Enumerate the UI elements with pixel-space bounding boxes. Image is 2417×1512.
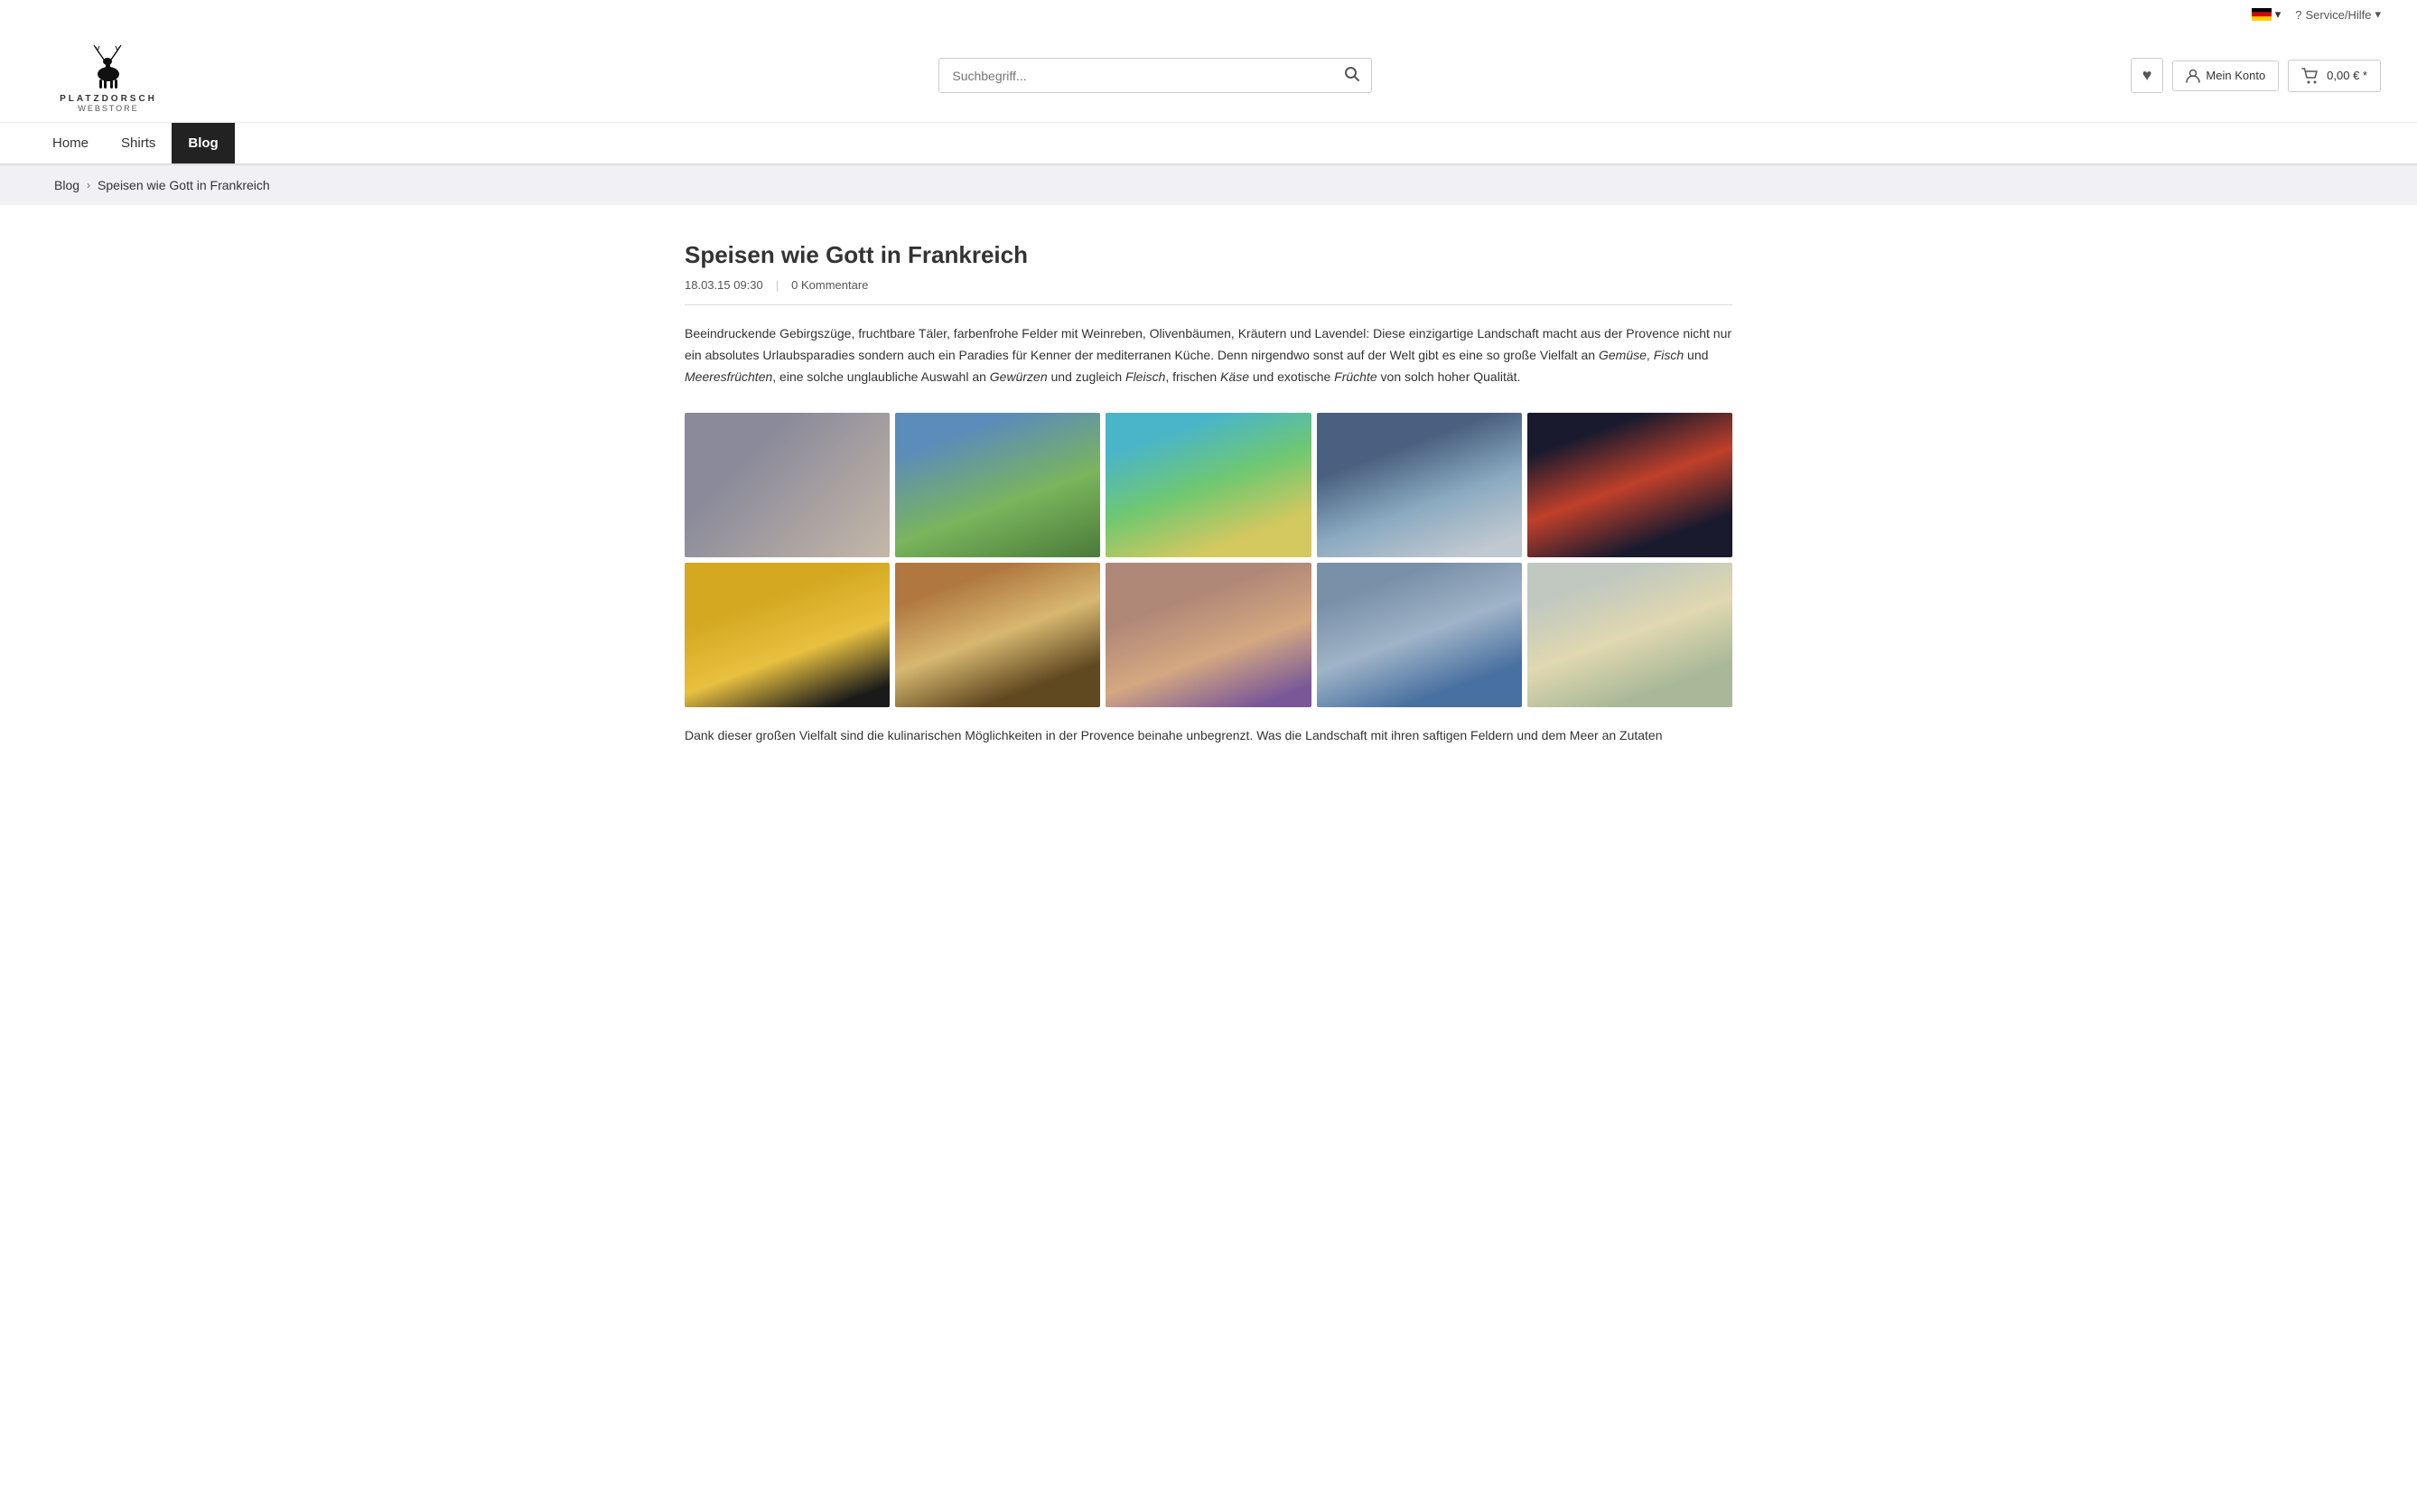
gallery-image-5[interactable] xyxy=(1527,413,1732,557)
nav-item-shirts[interactable]: Shirts xyxy=(105,123,172,163)
gallery-image-10[interactable] xyxy=(1527,563,1732,707)
service-label: Service/Hilfe xyxy=(2306,8,2372,22)
gallery-image-7[interactable] xyxy=(895,563,1100,707)
blog-end: von solch hoher Qualität. xyxy=(1377,369,1521,384)
blog-body: Beeindruckende Gebirgszüge, fruchtbare T… xyxy=(685,323,1732,387)
search-button[interactable] xyxy=(1333,59,1371,92)
blog-em5: Fleisch xyxy=(1125,369,1165,384)
service-hilfe-button[interactable]: ? Service/Hilfe ▾ xyxy=(2295,7,2381,22)
blog-em1: Gemüse xyxy=(1599,348,1647,362)
lang-chevron: ▾ xyxy=(2275,7,2282,22)
blog-em3: Meeresfrüchten xyxy=(685,369,772,384)
account-label: Mein Konto xyxy=(2206,69,2265,82)
cart-icon xyxy=(2301,68,2319,84)
question-icon: ? xyxy=(2295,8,2301,22)
breadcrumb-current: Speisen wie Gott in Frankreich xyxy=(98,178,270,192)
account-button[interactable]: Mein Konto xyxy=(2172,61,2279,91)
breadcrumb-separator: › xyxy=(87,179,90,191)
header-actions: ♥ Mein Konto 0,00 € * xyxy=(2131,58,2381,93)
heart-icon: ♥ xyxy=(2142,66,2152,84)
language-selector[interactable]: ▾ xyxy=(2252,7,2282,22)
header-topbar: ▾ ? Service/Hilfe ▾ xyxy=(0,0,2417,29)
nav-item-blog[interactable]: Blog xyxy=(172,123,234,163)
blog-em6: Käse xyxy=(1220,369,1249,384)
blog-em4: Gewürzen xyxy=(990,369,1048,384)
logo[interactable]: PLATZDORSCH WEBSTORE xyxy=(36,38,181,113)
meta-divider: | xyxy=(776,278,779,292)
gallery-image-8[interactable] xyxy=(1106,563,1311,707)
stag-logo-icon xyxy=(81,38,135,92)
service-chevron: ▾ xyxy=(2375,7,2381,22)
search-icon xyxy=(1344,66,1360,82)
flag-de-icon xyxy=(2252,8,2272,21)
gallery-image-1[interactable] xyxy=(685,413,890,557)
blog-title: Speisen wie Gott in Frankreich xyxy=(685,241,1732,269)
blog-mid1: , xyxy=(1647,348,1654,362)
gallery-image-4[interactable] xyxy=(1317,413,1522,557)
gallery-image-2[interactable] xyxy=(895,413,1100,557)
wishlist-button[interactable]: ♥ xyxy=(2131,58,2164,93)
gallery-row-2 xyxy=(685,563,1732,707)
gallery-image-6[interactable] xyxy=(685,563,890,707)
header-main: PLATZDORSCH WEBSTORE ♥ Mein Konto xyxy=(0,29,2417,123)
gallery-image-9[interactable] xyxy=(1317,563,1522,707)
blog-bottom-text: Dank dieser großen Vielfalt sind die kul… xyxy=(685,725,1732,747)
blog-body-p1: Beeindruckende Gebirgszüge, fruchtbare T… xyxy=(685,326,1731,362)
blog-mid2: und xyxy=(1684,348,1708,362)
search-area xyxy=(199,58,2113,93)
user-icon xyxy=(2186,69,2200,83)
search-input[interactable] xyxy=(939,60,1333,92)
logo-sub: WEBSTORE xyxy=(78,104,138,113)
gallery-row-1 xyxy=(685,413,1732,557)
blog-comments: 0 Kommentare xyxy=(791,278,868,292)
blog-meta: 18.03.15 09:30 | 0 Kommentare xyxy=(685,278,1732,305)
gallery-image-3[interactable] xyxy=(1106,413,1311,557)
blog-mid5: , frischen xyxy=(1165,369,1220,384)
blog-em2: Fisch xyxy=(1654,348,1684,362)
cart-button[interactable]: 0,00 € * xyxy=(2288,60,2381,92)
blog-mid4: und zugleich xyxy=(1048,369,1125,384)
blog-date: 18.03.15 09:30 xyxy=(685,278,763,292)
search-box xyxy=(938,58,1372,93)
blog-mid3: , eine solche unglaubliche Auswahl an xyxy=(772,369,990,384)
cart-price: 0,00 € * xyxy=(2327,69,2367,82)
blog-mid6: und exotische xyxy=(1249,369,1334,384)
blog-em7: Früchte xyxy=(1334,369,1376,384)
logo-name: PLATZDORSCH xyxy=(60,94,157,104)
breadcrumb-root[interactable]: Blog xyxy=(54,178,79,192)
breadcrumb: Blog › Speisen wie Gott in Frankreich xyxy=(0,165,2417,205)
nav-bar: Home Shirts Blog xyxy=(0,123,2417,165)
content-area: Speisen wie Gott in Frankreich 18.03.15 … xyxy=(630,205,1787,783)
nav-item-home[interactable]: Home xyxy=(36,123,105,163)
